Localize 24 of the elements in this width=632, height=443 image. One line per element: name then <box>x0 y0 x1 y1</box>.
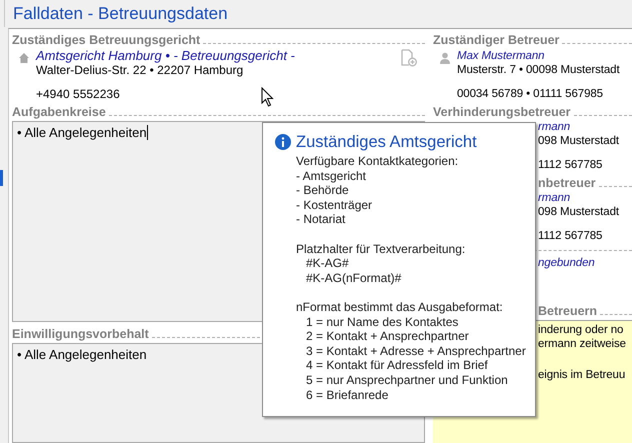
contact-phone: 1112 567785 <box>538 229 604 243</box>
section-heading: Zuständiger Betreuer <box>433 33 560 47</box>
tooltip-text: - Behörde <box>296 183 350 198</box>
tooltip-text: #K-AG# <box>305 256 350 271</box>
tooltip-text: - Notariat <box>296 212 346 227</box>
court-phone: +4940 5552236 <box>36 87 120 101</box>
section-heading: nbetreuer <box>538 176 596 190</box>
tooltip-text: 6 = Briefanrede <box>305 388 390 402</box>
tooltip-text: - Amtsgericht <box>296 168 368 184</box>
contact-phone: 00034 56789 • 01111 567985 <box>457 87 603 101</box>
section-heading: Aufgabenkreise <box>12 105 106 119</box>
contact-phone: 1112 567785 <box>538 158 604 172</box>
section-heading: Verhinderungsbetreuer <box>433 105 571 119</box>
tooltip-text: - Kostenträger <box>296 198 374 212</box>
contact-address: 098 Musterstadt <box>538 205 620 219</box>
section-heading: Betreuern <box>538 304 598 318</box>
window-title: Falldaten - Betreuungsdaten <box>13 4 228 24</box>
tooltip-text: 2 = Kontakt + Ansprechpartner <box>305 329 470 344</box>
section-heading: Einwilligungsvorbehalt <box>12 327 149 341</box>
contact-address: 098 Musterstadt <box>538 134 620 148</box>
tooltip-text: #K-AG(nFormat)# <box>305 270 402 286</box>
court-address: Walter-Delius-Str. 22 • 22207 Hamburg <box>36 63 244 77</box>
section-heading: Zuständiges Betreuungsgericht <box>12 33 200 47</box>
contact-address: Musterstr. 7 • 00098 Musterstadt <box>457 63 620 77</box>
